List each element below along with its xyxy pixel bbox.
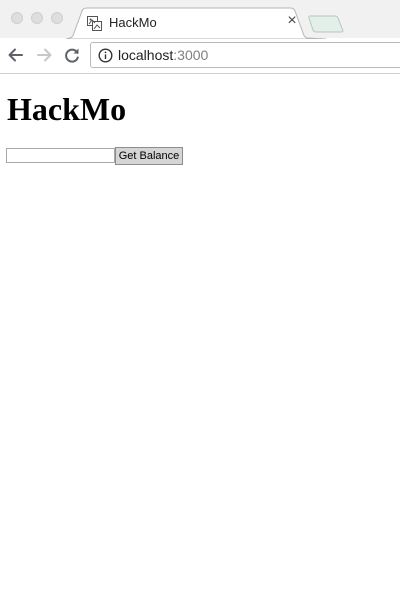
back-arrow-icon[interactable] bbox=[6, 45, 26, 65]
tab-hackmo[interactable]: HackMo × bbox=[66, 6, 326, 39]
url-port: :3000 bbox=[173, 47, 209, 63]
tab-strip: HackMo × bbox=[0, 0, 400, 39]
url-host: localhost bbox=[118, 47, 174, 63]
reload-icon[interactable] bbox=[62, 45, 82, 65]
broken-image-icon bbox=[87, 16, 102, 31]
browser-window: HackMo × localhost:3000 HackMo Get Balan… bbox=[0, 0, 400, 600]
close-window-button[interactable] bbox=[11, 12, 23, 24]
page-content: HackMo Get Balance bbox=[0, 74, 400, 600]
browser-toolbar: localhost:3000 bbox=[0, 38, 400, 74]
balance-input[interactable] bbox=[6, 148, 115, 163]
url-text[interactable]: localhost:3000 bbox=[118, 47, 208, 63]
maximize-window-button[interactable] bbox=[51, 12, 63, 24]
tab-title: HackMo bbox=[109, 15, 157, 30]
forward-arrow-icon[interactable] bbox=[34, 45, 54, 65]
minimize-window-button[interactable] bbox=[31, 12, 43, 24]
address-bar[interactable]: localhost:3000 bbox=[90, 42, 400, 68]
info-icon[interactable] bbox=[98, 48, 113, 63]
get-balance-button[interactable]: Get Balance bbox=[115, 147, 183, 165]
page-title: HackMo bbox=[7, 91, 127, 127]
close-tab-icon[interactable]: × bbox=[285, 13, 299, 29]
